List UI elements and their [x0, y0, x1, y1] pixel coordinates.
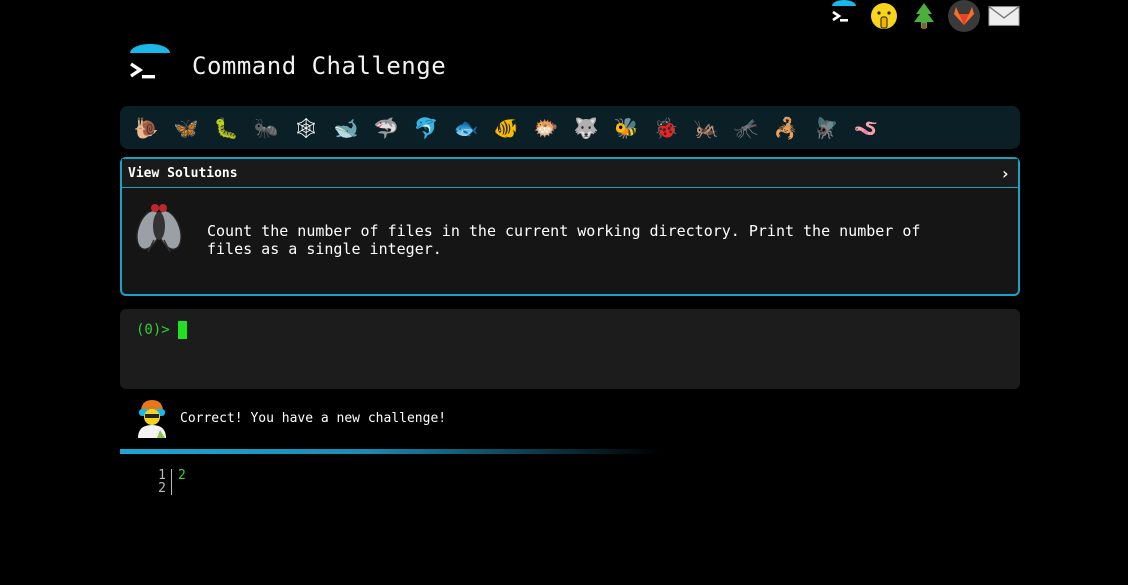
status-text: Correct! You have a new challenge! — [180, 410, 447, 426]
prompt-icon[interactable] — [828, 0, 860, 32]
butterfly-icon[interactable]: 🦋 — [166, 108, 206, 148]
fly-icon — [134, 200, 184, 256]
cricket-icon[interactable]: 🦗 — [686, 108, 726, 148]
line-number: 2 — [158, 481, 166, 496]
bee-icon[interactable]: 🐝 — [606, 108, 646, 148]
wolf-icon[interactable]: 🐺 — [566, 108, 606, 148]
line-number-gutter: 12 — [150, 469, 172, 495]
status-message-row: Correct! You have a new challenge! — [133, 398, 446, 438]
view-solutions-label: View Solutions — [128, 165, 238, 181]
shark-icon[interactable]: 🦈 — [366, 108, 406, 148]
snail-icon[interactable]: 🐌 — [126, 108, 166, 148]
fish-icon[interactable]: 🐟 — [446, 108, 486, 148]
tree-icon[interactable] — [908, 0, 940, 32]
mosquito-icon[interactable]: 🦟 — [726, 108, 766, 148]
page-title: Command Challenge — [192, 52, 447, 80]
page: Command Challenge 🐌 🦋 🐛 🐜 🕸 🐋 🦈 🐬 🐟 🐠 🐡 🐺 🐝 🐞 🦗 🦟 🦂 🪰 🪱 Vi… — [0, 0, 1128, 585]
progress-bar — [120, 449, 660, 454]
command-output: 12 2 — [150, 469, 186, 495]
challenge-level-bar: 🐌 🦋 🐛 🐜 🕸 🐋 🦈 🐬 🐟 🐠 🐡 🐺 🐝 🐞 🦗 🦟 🦂 🪰 🪱 — [120, 106, 1020, 149]
top-icon-strip — [828, 0, 1020, 32]
ladybug-icon[interactable]: 🐞 — [646, 108, 686, 148]
whale-icon[interactable]: 🐋 — [326, 108, 366, 148]
view-solutions-toggle[interactable]: View Solutions › — [122, 159, 1018, 188]
shush-emoji-icon[interactable] — [868, 0, 900, 32]
terminal-logo-icon[interactable] — [128, 44, 172, 88]
pufferfish-icon[interactable]: 🐡 — [526, 108, 566, 148]
dolphin-icon[interactable]: 🐬 — [406, 108, 446, 148]
caterpillar-icon[interactable]: 🐛 — [206, 108, 246, 148]
output-lines: 2 — [172, 469, 186, 495]
web-icon[interactable]: 🕸 — [286, 108, 326, 148]
fly-icon[interactable]: 🪰 — [806, 108, 846, 148]
terminal-cursor — [177, 321, 187, 339]
ant-icon[interactable]: 🐜 — [246, 108, 286, 148]
header: Command Challenge — [128, 44, 446, 88]
gitlab-icon[interactable] — [948, 0, 980, 32]
scorpion-icon[interactable]: 🦂 — [766, 108, 806, 148]
challenge-panel: View Solutions › Count the number of fil… — [120, 157, 1020, 296]
mail-icon[interactable] — [988, 0, 1020, 32]
worm-icon[interactable]: 🪱 — [846, 108, 886, 148]
tropical-fish-icon[interactable]: 🐠 — [486, 108, 526, 148]
terminal-input[interactable]: (0)> — [120, 309, 1020, 389]
challenge-description: Count the number of files in the current… — [207, 222, 921, 258]
output-line: 2 — [178, 468, 186, 483]
mascot-icon — [133, 398, 171, 438]
chevron-right-icon: › — [1000, 163, 1010, 183]
terminal-prompt: (0)> — [136, 322, 170, 338]
